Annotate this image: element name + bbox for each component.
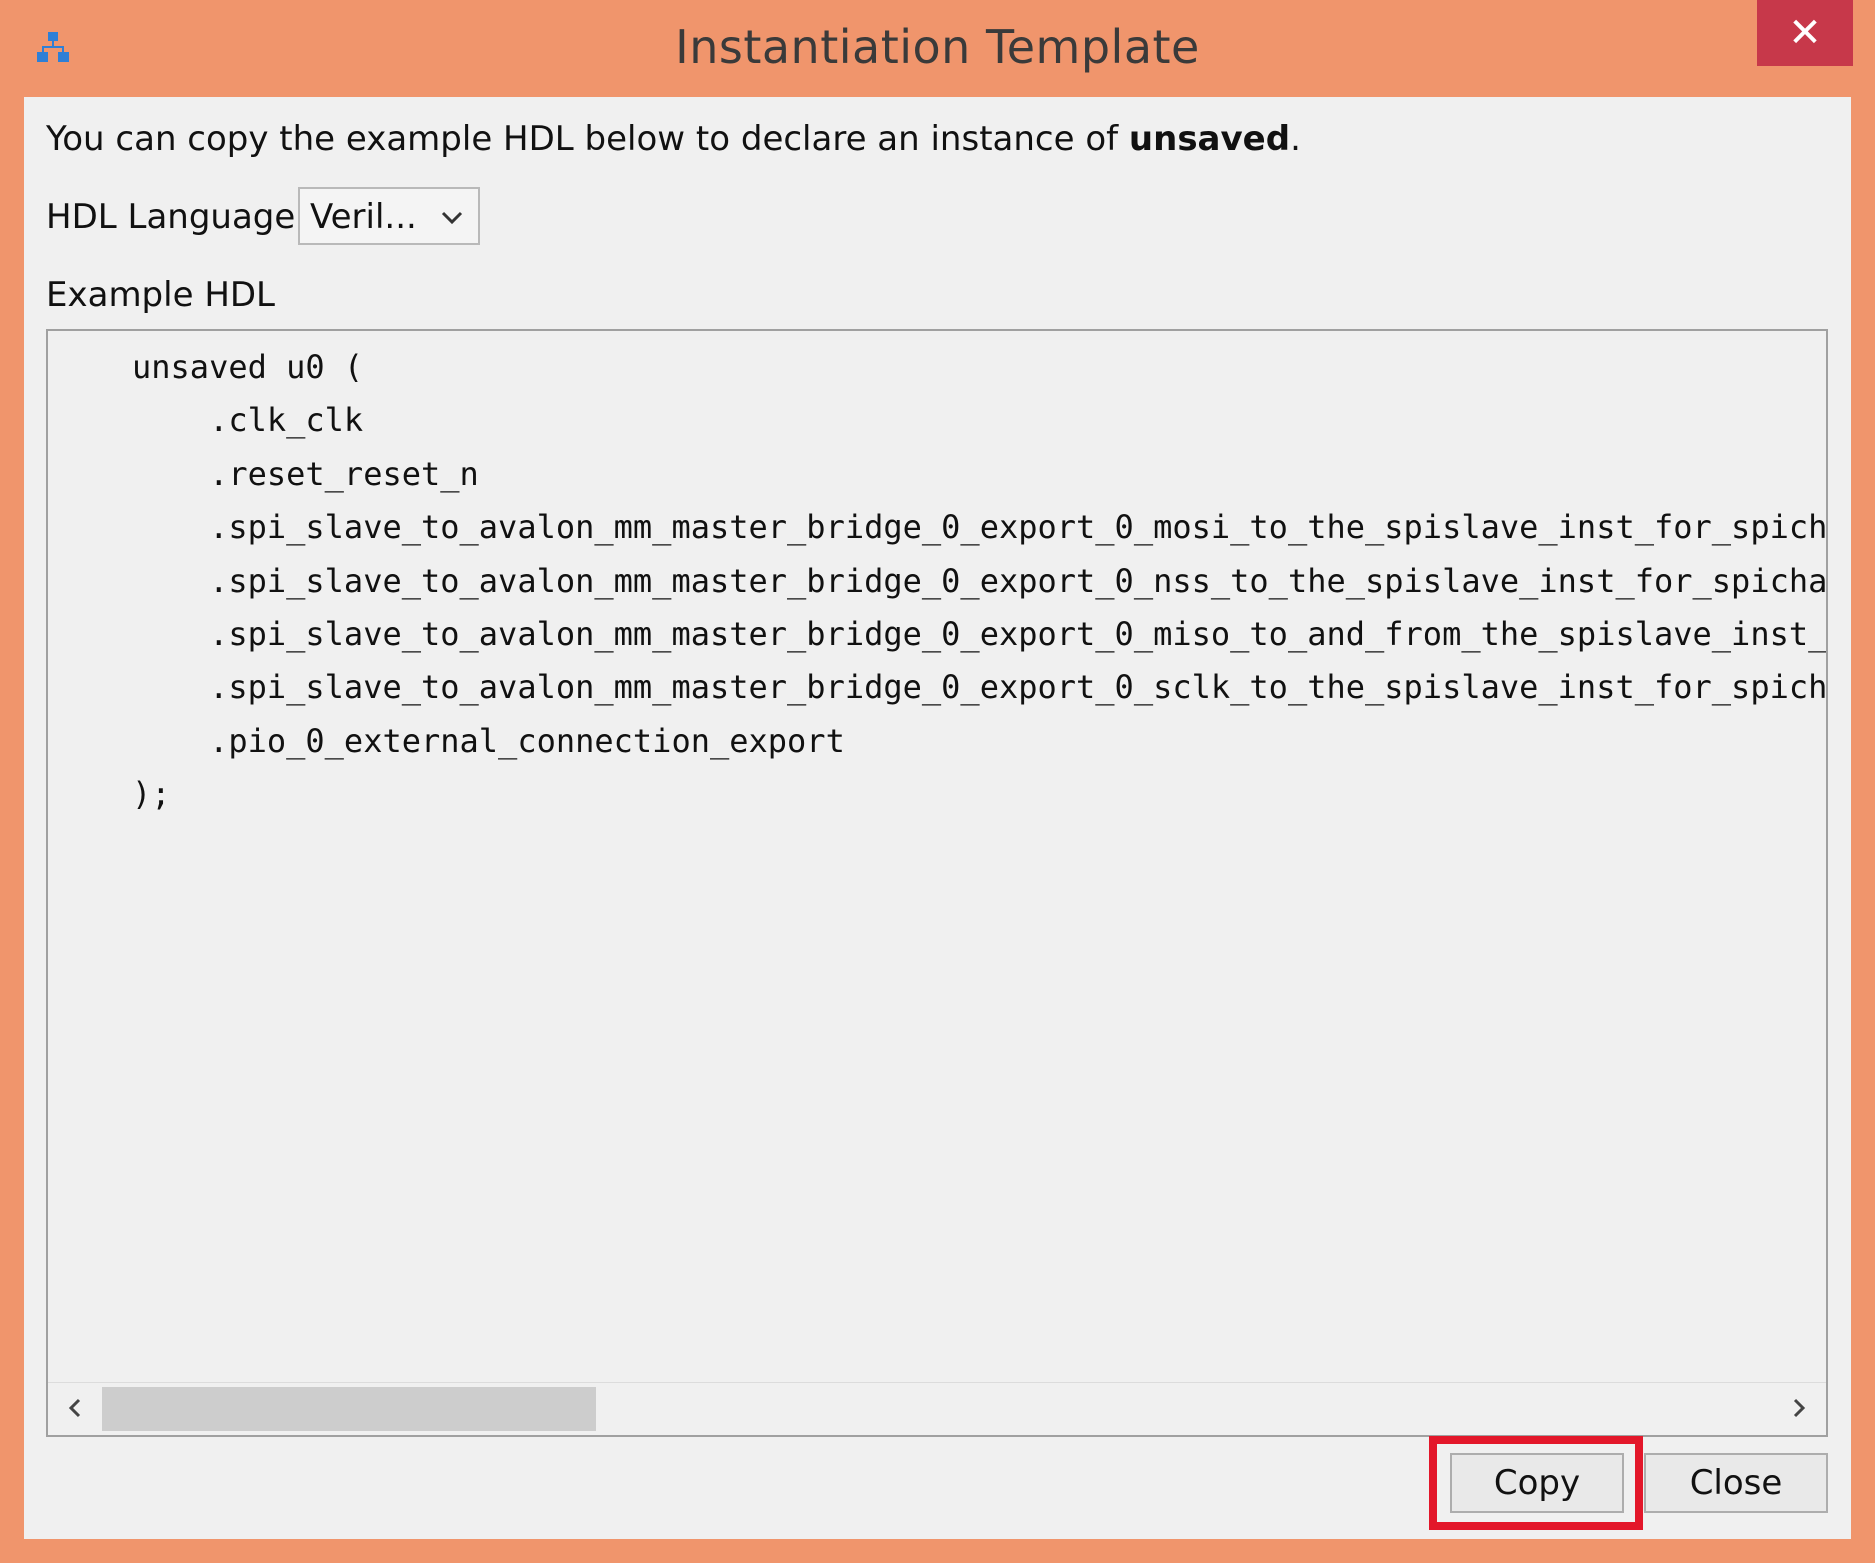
entity-name: unsaved: [1128, 119, 1291, 159]
title-bar: Instantiation Template ✕: [0, 0, 1875, 97]
code-line: unsaved u0 (: [132, 348, 364, 386]
chevron-down-icon: [440, 197, 464, 233]
code-line: .spi_slave_to_avalon_mm_master_bridge_0_…: [132, 668, 1828, 707]
hdl-language-select[interactable]: Veril...: [298, 187, 480, 245]
copy-button[interactable]: Copy: [1450, 1453, 1624, 1513]
code-block: unsaved u0 ( .clk_clk .reset_reset_n .sp…: [132, 341, 1828, 822]
code-line: );: [132, 775, 171, 814]
window-close-button[interactable]: ✕: [1757, 0, 1853, 66]
scroll-left-icon[interactable]: [58, 1391, 92, 1425]
close-button[interactable]: Close: [1644, 1453, 1828, 1513]
intro-text: You can copy the example HDL below to de…: [46, 119, 1301, 159]
code-line: .pio_0_external_connection_export: [132, 721, 845, 760]
intro-prefix: You can copy the example HDL below to de…: [46, 119, 1129, 159]
code-line: .clk_clk: [132, 401, 364, 440]
intro-suffix: .: [1290, 119, 1301, 159]
horizontal-scrollbar[interactable]: [48, 1382, 1826, 1435]
example-hdl-textarea[interactable]: unsaved u0 ( .clk_clk .reset_reset_n .sp…: [46, 329, 1828, 1437]
code-line: .reset_reset_n: [132, 454, 479, 493]
hdl-language-value: Veril...: [310, 197, 417, 237]
scroll-right-icon[interactable]: [1782, 1391, 1816, 1425]
window-title: Instantiation Template: [675, 20, 1200, 74]
example-hdl-label: Example HDL: [46, 275, 276, 315]
code-line: .spi_slave_to_avalon_mm_master_bridge_0_…: [209, 615, 1828, 654]
scrollbar-thumb[interactable]: [102, 1387, 596, 1431]
hdl-language-label: HDL Language:: [46, 197, 307, 237]
close-icon: ✕: [1788, 10, 1822, 56]
dialog-body: You can copy the example HDL below to de…: [24, 97, 1851, 1539]
code-line: .spi_slave_to_avalon_mm_master_bridge_0_…: [132, 561, 1828, 600]
dialog-window: Instantiation Template ✕ You can copy th…: [0, 0, 1875, 1563]
code-line: .spi_slave_to_avalon_mm_master_bridge_0_…: [132, 508, 1828, 547]
